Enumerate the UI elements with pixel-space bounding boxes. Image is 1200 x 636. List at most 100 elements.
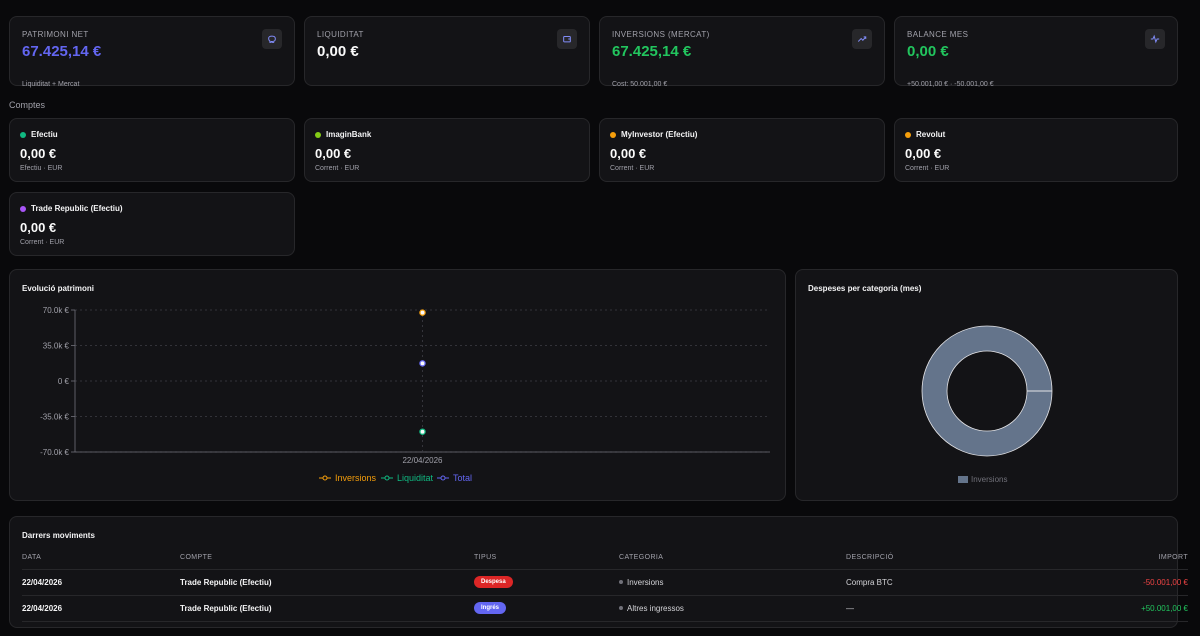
account-type: Corrent · EUR [20, 239, 65, 246]
stat-value: 67.425,14 € [612, 43, 692, 60]
legend-line-icon [319, 475, 331, 481]
account-card-efectiu[interactable]: Efectiu 0,00 € Efectiu · EUR [9, 118, 295, 182]
column-header-amount: Import [1046, 547, 1188, 570]
cell-amount: +50.001,00 € [1046, 595, 1188, 622]
legend-item-total[interactable]: Total [437, 473, 472, 483]
account-name: ImaginBank [315, 130, 371, 139]
trending-up-icon [852, 29, 872, 49]
stat-sub: +50.001,00 € · -50.001,00 € [907, 81, 994, 88]
account-card-revolut[interactable]: Revolut 0,00 € Corrent · EUR [894, 118, 1178, 182]
stat-card-liquidity: Liquiditat 0,00 € [304, 16, 590, 86]
type-badge: Despesa [474, 576, 513, 588]
category-label: Inversions [627, 577, 664, 587]
legend-label: Total [453, 473, 473, 483]
data-point-total [419, 360, 426, 367]
cell-category: Inversions [619, 569, 846, 596]
wallet-icon [557, 29, 577, 49]
category-label: Altres ingressos [627, 603, 684, 613]
y-tick-label: 35.0k € [43, 342, 70, 351]
y-tick-label: 70.0k € [43, 306, 70, 315]
stat-card-investments: Inversions (Mercat) 67.425,14 € Cost: 50… [599, 16, 885, 88]
stat-card-net-worth: Patrimoni net 67.425,14 € Liquiditat + M… [9, 16, 295, 88]
column-header-category: Categoria [619, 547, 846, 570]
account-name: Efectiu [20, 130, 58, 139]
cell-description: — [846, 595, 1046, 622]
legend-item-inversions[interactable]: Inversions [958, 475, 1007, 484]
cell-date: 22/04/2026 [22, 569, 180, 596]
account-type: Corrent · EUR [315, 165, 360, 172]
stat-label: Inversions (Mercat) [612, 30, 710, 39]
legend-label: Inversions [971, 475, 1008, 484]
column-header-description: Descripció [846, 547, 1046, 570]
y-tick-label: 0 € [58, 377, 70, 386]
table-header-row: Data Compte Tipus Categoria Descripció I… [22, 547, 1188, 570]
accounts-section-title: Comptes [9, 100, 46, 110]
account-card-trade-republic[interactable]: Trade Republic (Efectiu) 0,00 € Corrent … [9, 192, 295, 256]
account-name: Trade Republic (Efectiu) [20, 204, 123, 213]
account-name-label: Efectiu [31, 130, 58, 139]
account-type: Corrent · EUR [905, 165, 950, 172]
account-name-label: ImaginBank [326, 130, 372, 139]
y-tick-label: -70.0k € [40, 448, 69, 457]
cell-amount: -50.001,00 € [1046, 569, 1188, 596]
column-header-type: Tipus [474, 547, 619, 570]
account-color-dot [610, 131, 616, 138]
account-color-dot [315, 131, 321, 138]
column-header-date: Data [22, 547, 180, 570]
cell-category: Altres ingressos [619, 595, 846, 622]
account-color-dot [20, 131, 26, 138]
account-type: Efectiu · EUR [20, 165, 63, 172]
piggy-bank-icon [262, 29, 282, 49]
account-color-dot [20, 205, 26, 212]
account-balance: 0,00 € [610, 146, 647, 161]
stat-label: Patrimoni net [22, 30, 89, 39]
cell-account: Trade Republic (Efectiu) [180, 569, 474, 596]
data-point-inversions [419, 309, 426, 316]
stat-label: Liquiditat [317, 30, 364, 39]
legend-item-liquiditat[interactable]: Liquiditat [381, 473, 433, 483]
type-badge: Ingrés [474, 602, 507, 614]
account-name: Revolut [905, 130, 945, 139]
account-balance: 0,00 € [315, 146, 352, 161]
cell-type: Despesa [474, 569, 619, 596]
account-name-label: MyInvestor (Efectiu) [621, 130, 698, 139]
stat-sub: Liquiditat + Mercat [22, 81, 80, 88]
activity-icon [1145, 29, 1165, 49]
category-dot [619, 580, 623, 585]
account-name-label: Trade Republic (Efectiu) [31, 204, 123, 213]
legend-label: Liquiditat [397, 473, 434, 483]
stat-card-month-balance: Balance mes 0,00 € +50.001,00 € · -50.00… [894, 16, 1178, 88]
table-row[interactable]: 22/04/2026 Trade Republic (Efectiu) Ingr… [22, 595, 1188, 622]
stat-value: 0,00 € [907, 43, 949, 60]
account-name: MyInvestor (Efectiu) [610, 130, 697, 139]
cell-date: 22/04/2026 [22, 595, 180, 622]
stat-value: 0,00 € [317, 43, 359, 60]
account-type: Corrent · EUR [610, 165, 655, 172]
category-dot [619, 606, 623, 611]
data-point-liquiditat [419, 428, 426, 435]
donut-chart [921, 325, 1053, 457]
account-card-myinvestor[interactable]: MyInvestor (Efectiu) 0,00 € Corrent · EU… [599, 118, 885, 182]
legend-line-icon [381, 475, 393, 481]
legend-item-inversions[interactable]: Inversions [319, 473, 376, 483]
x-tick-label: 22/04/2026 [402, 456, 443, 465]
account-balance: 0,00 € [905, 146, 942, 161]
cell-account: Trade Republic (Efectiu) [180, 595, 474, 622]
stat-label: Balance mes [907, 30, 969, 39]
recent-movements-panel: Darrers moviments Data Compte Tipus Cate… [9, 516, 1188, 628]
account-name-label: Revolut [916, 130, 946, 139]
cell-type: Ingrés [474, 595, 619, 622]
expenses-by-category-panel: Despeses per categoria (mes) Inversions [795, 269, 1178, 501]
legend-line-icon [437, 475, 449, 481]
account-balance: 0,00 € [20, 220, 57, 235]
stat-sub: Cost: 50.001,00 € [612, 81, 668, 88]
panel-title: Darrers moviments [22, 531, 95, 540]
column-header-account: Compte [180, 547, 474, 570]
y-tick-label: -35.0k € [40, 413, 69, 422]
table-row[interactable]: 22/04/2026 Trade Republic (Efectiu) Desp… [22, 569, 1188, 596]
account-card-imaginbank[interactable]: ImaginBank 0,00 € Corrent · EUR [304, 118, 590, 182]
line-chart: 70.0k € 35.0k € 0 € -35.0k € -70.0k € 22/04/2… [40, 306, 770, 465]
stat-value: 67.425,14 € [22, 43, 102, 60]
legend-swatch [958, 476, 968, 483]
net-worth-evolution-panel: Evolució patrimoni 70.0k €35.0k €0 € -35.… [9, 269, 786, 501]
